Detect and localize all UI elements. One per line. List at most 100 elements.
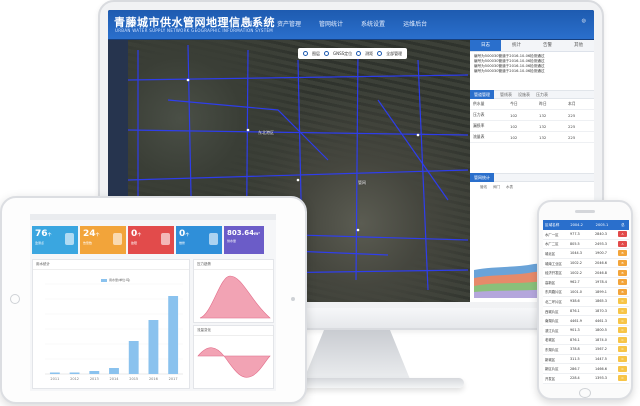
bar[interactable]	[49, 372, 60, 375]
table-row[interactable]: 高新区 962.7 1978.4 B	[543, 278, 629, 288]
table-row[interactable]: 城北区 1044.3 1900.7 B	[543, 249, 629, 259]
x-tick-label: 2011	[50, 377, 59, 381]
kpi-card[interactable]: 76个 监测点	[32, 226, 78, 254]
table-cell: 1870.3	[595, 309, 607, 314]
table-row[interactable]: 南湖片区 4461.9 4461.3 C	[543, 316, 629, 326]
section-stats-title[interactable]: 管网统计	[470, 173, 494, 182]
bar[interactable]	[109, 368, 119, 374]
flow-panel: 流量变化	[193, 325, 274, 389]
table-cell: 1874.0	[595, 337, 607, 342]
table-cell: 1899.1	[595, 289, 607, 294]
manage-icon[interactable]	[377, 51, 383, 56]
table-row[interactable]: 新区片区 286.7 1466.6 C	[543, 364, 629, 374]
map-tool-gnss[interactable]: GNSS定位	[333, 51, 352, 57]
tab-log[interactable]: 日志	[470, 40, 501, 51]
tab-facility[interactable]: 设施表	[518, 92, 530, 98]
table-cell: 1001.0	[570, 289, 582, 294]
gps-icon[interactable]	[324, 51, 329, 56]
legend-item: 水表	[506, 185, 513, 189]
kpi-card[interactable]: 0个 维修	[176, 226, 222, 254]
table-row[interactable]: 新城区 311.5 1447.5 C	[543, 355, 629, 365]
tab-pressure[interactable]: 压力表	[536, 92, 548, 98]
kpi-card[interactable]: 0个 故障	[128, 226, 174, 254]
tab-alarm[interactable]: 告警	[532, 40, 563, 51]
table-row: 漏损率 102 132 225	[470, 120, 594, 132]
status-badge: A	[618, 240, 627, 247]
bar[interactable]	[168, 296, 179, 374]
tablet-home-button[interactable]	[10, 294, 20, 304]
side-tabs: 日志 统计 告警 其他	[470, 40, 594, 52]
bar[interactable]	[128, 341, 139, 374]
table-row: 流量表 102 132 225	[470, 131, 594, 143]
status-badge: B	[618, 250, 627, 257]
map-tool-measure[interactable]: 测距	[365, 51, 373, 57]
status-badge: B	[618, 269, 627, 276]
table-row[interactable]: 滨江片区 901.3 1800.5 C	[543, 326, 629, 336]
kpi-card[interactable]: 24个 告警数	[80, 226, 126, 254]
table-row[interactable]: 经济开发区 1002.2 2046.8 B	[543, 268, 629, 278]
tablet-frame: 76个 监测点 24个 告警数 0个 故障 0个 维修 803.64m³ 供水量 用水统计…	[0, 196, 307, 404]
table-row[interactable]: 水厂一区 977.3 2840.3 A	[543, 230, 629, 240]
table-row[interactable]: 开发区 228.4 1393.3 C	[543, 374, 629, 384]
bar[interactable]	[148, 320, 159, 374]
ruler-icon[interactable]	[356, 51, 362, 56]
table-cell: 1393.3	[595, 376, 607, 381]
map-toolbar: 图层 GNSS定位 测距 全部管理	[298, 48, 408, 59]
tab-pipe-manage[interactable]: 管道管理	[470, 90, 494, 99]
table-cell: 南湖片区	[545, 319, 559, 324]
map-label: 东北港区	[258, 130, 274, 135]
nav-item-assets[interactable]: 资产管理	[268, 10, 310, 40]
tab-stats[interactable]: 统计	[501, 40, 532, 51]
table-row: 供水量 今日 昨日 本月	[470, 99, 594, 110]
table-row[interactable]: 东湖片区 378.8 1567.2 C	[543, 345, 629, 355]
flow-area-chart	[197, 347, 271, 378]
app-header: 青藤城市供水管网地理信息系统 URBAN WATER SUPPLY NETWOR…	[108, 10, 594, 40]
table-cell: 962.7	[570, 280, 580, 285]
tab-pipe-table[interactable]: 管线表	[500, 92, 512, 98]
table-row: 压力表 102 132 225	[470, 109, 594, 121]
nav-item-ops[interactable]: 运维后台	[394, 10, 436, 40]
map-tool-manage[interactable]: 全部管理	[386, 51, 402, 57]
table-cell: 北二环片区	[545, 299, 562, 304]
brand-logo-icon: ◎	[581, 18, 586, 24]
bar[interactable]	[89, 371, 100, 374]
stats-legend: 管线 阀门 水表	[470, 182, 594, 193]
bar[interactable]	[69, 372, 80, 375]
monitor-stand	[302, 330, 412, 384]
layer-icon[interactable]	[303, 51, 308, 56]
x-tick-label: 2013	[90, 377, 99, 381]
status-badge: C	[618, 365, 627, 372]
legend-item: 管线	[480, 185, 487, 189]
tablet-camera	[291, 297, 295, 301]
kpi-card[interactable]: 803.64m³ 供水量	[224, 226, 264, 254]
tab-other[interactable]: 其他	[563, 40, 594, 51]
panel-title: 流量变化	[194, 326, 273, 336]
main-nav: 首页 资产管理 管网统计 系统设置 运维后台	[238, 10, 436, 40]
table-row[interactable]: 东风路片区 1001.0 1899.1 B	[543, 288, 629, 298]
section-stats: 管网统计	[470, 173, 594, 182]
status-badge: C	[618, 298, 627, 305]
table-cell: 876.1	[570, 337, 580, 342]
map-tool-layer[interactable]: 图层	[312, 51, 320, 57]
table-cell: 1865.3	[595, 299, 607, 304]
phone-home-button[interactable]	[579, 388, 591, 398]
table-row[interactable]: 北二环片区 938.6 1865.3 C	[543, 297, 629, 307]
table-row[interactable]: 水厂二区 805.5 2493.3 A	[543, 240, 629, 250]
monitor-point-icon	[65, 233, 74, 245]
nav-item-stats[interactable]: 管网统计	[310, 10, 352, 40]
table-cell: 2840.3	[595, 232, 607, 237]
phone-speaker	[575, 210, 595, 213]
table-cell: 977.3	[570, 232, 580, 237]
nav-item-home[interactable]: 首页	[238, 10, 268, 40]
table-cell: 新区片区	[545, 367, 559, 372]
table-row[interactable]: 城南工业区 1002.2 2046.6 B	[543, 259, 629, 269]
nav-item-settings[interactable]: 系统设置	[352, 10, 394, 40]
table-cell: 城南工业区	[545, 261, 562, 266]
status-badge: C	[618, 375, 627, 382]
table-cell: 1002.2	[570, 261, 582, 266]
table-row[interactable]: 老城区 876.1 1874.0 C	[543, 336, 629, 346]
phone-screen: 区域名称 2004.2 2005.1 总 水厂一区 977.3 2840.3 A 水厂二区 80…	[543, 220, 629, 384]
table-row[interactable]: 乡镇管网426.41456.8C	[543, 384, 629, 385]
table-row[interactable]: 西城片区 876.1 1870.3 C	[543, 307, 629, 317]
status-badge: C	[618, 356, 627, 363]
